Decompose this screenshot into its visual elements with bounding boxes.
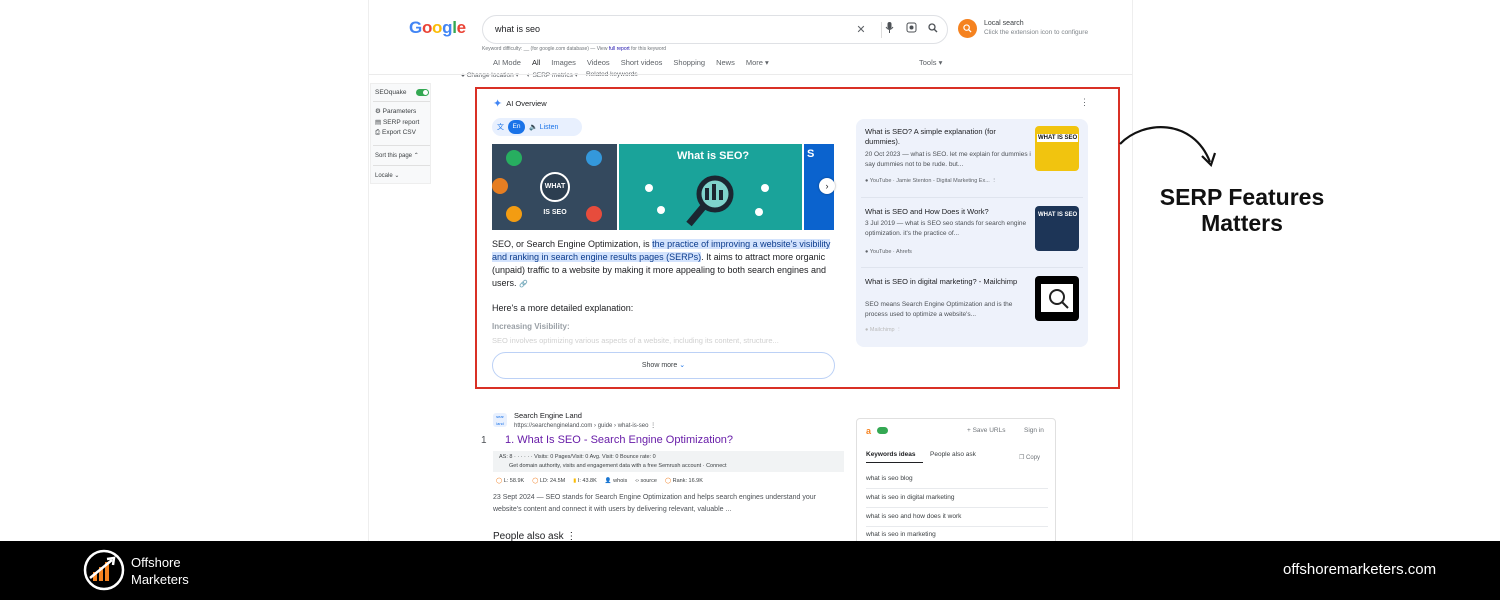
chevron-down-icon: ⌄ bbox=[679, 362, 686, 369]
keywords-panel: a + Save URLs Sign in Keywords ideas Peo… bbox=[856, 418, 1056, 541]
local-search-hint: Click the extension icon to configure bbox=[984, 29, 1089, 36]
divider bbox=[369, 74, 1132, 75]
ai-sources-panel: What is SEO? A simple explanation (for d… bbox=[856, 119, 1088, 347]
tab-news[interactable]: News bbox=[716, 58, 735, 67]
site-favicon[interactable]: sear land bbox=[493, 413, 507, 427]
search-box[interactable]: what is seo ✕ bbox=[482, 15, 948, 44]
tab-all[interactable]: All bbox=[532, 58, 540, 67]
seo-hub-label: WHAT IS SEO bbox=[540, 172, 570, 216]
save-urls-button[interactable]: + Save URLs bbox=[967, 427, 1005, 434]
ai-overview-text: SEO, or Search Engine Optimization, is t… bbox=[492, 239, 831, 288]
locale-toggle[interactable]: Locale ⌄ bbox=[375, 172, 399, 179]
seoquake-subnav: ● Change location ▾ ◐ SERP metrics ▾ Rel… bbox=[461, 71, 638, 79]
seoquake-title: SEOquake bbox=[375, 89, 407, 96]
tab-ai-mode[interactable]: AI Mode bbox=[493, 58, 521, 67]
brand-name: Offshore Marketers bbox=[131, 555, 189, 587]
keyword-item[interactable]: what is seo and how does it work bbox=[866, 513, 961, 520]
seo-diagram-image[interactable]: WHAT IS SEO bbox=[492, 144, 617, 230]
keyword-item[interactable]: what is seo in marketing bbox=[866, 531, 936, 538]
what-is-seo-image[interactable]: What is SEO? bbox=[619, 144, 802, 230]
source-thumbnail[interactable]: WHAT IS SEO bbox=[1035, 126, 1079, 171]
increasing-visibility-heading: Increasing Visibility: bbox=[492, 322, 570, 331]
mic-icon[interactable] bbox=[881, 22, 897, 38]
sort-page-toggle[interactable]: Sort this page ⌃ bbox=[375, 152, 419, 159]
related-keywords-link[interactable]: Related keywords bbox=[586, 71, 638, 79]
tools-button[interactable]: Tools ▾ bbox=[919, 58, 942, 67]
network-icon bbox=[645, 184, 769, 216]
footer-url[interactable]: offshoremarketers.com bbox=[1283, 561, 1436, 578]
serp-screenshot: Google what is seo ✕ Local search Click … bbox=[368, 0, 1133, 541]
serp-metrics-link[interactable]: ◐ SERP metrics ▾ bbox=[527, 71, 578, 79]
result-site-name[interactable]: Search Engine Land bbox=[514, 411, 582, 420]
link-icon[interactable]: 🔗 bbox=[519, 281, 528, 288]
tab-images[interactable]: Images bbox=[551, 58, 576, 67]
sparkle-icon: ✦ bbox=[493, 98, 503, 110]
ai-overview-header: ✦ AI Overview bbox=[493, 97, 547, 110]
copy-button[interactable]: ❐ Copy bbox=[1019, 454, 1040, 461]
language-listen-bar: 文 En 🔈 Listen bbox=[492, 118, 582, 136]
search-icon[interactable] bbox=[925, 22, 941, 38]
translate-icon[interactable]: 文 bbox=[497, 122, 504, 132]
local-search-title: Local search bbox=[984, 20, 1024, 27]
source-thumbnail[interactable] bbox=[1035, 276, 1079, 321]
tab-short-videos[interactable]: Short videos bbox=[621, 58, 663, 67]
result-title-link[interactable]: 1. What Is SEO - Search Engine Optimizat… bbox=[505, 434, 733, 446]
full-report-link[interactable]: full report bbox=[609, 46, 630, 52]
search-tabs: AI Mode All Images Videos Short videos S… bbox=[493, 58, 769, 67]
clear-icon[interactable]: ✕ bbox=[853, 22, 869, 38]
serp-report-link[interactable]: ▤ SERP report bbox=[375, 118, 419, 126]
faded-text: SEO involves optimizing various aspects … bbox=[492, 336, 779, 345]
source-card[interactable]: What is SEO in digital marketing? - Mail… bbox=[856, 269, 1088, 339]
show-more-button[interactable]: Show more ⌄ bbox=[492, 352, 835, 379]
image-title: What is SEO? bbox=[677, 150, 750, 162]
language-en-button[interactable]: En bbox=[508, 120, 525, 134]
tab-videos[interactable]: Videos bbox=[587, 58, 610, 67]
listen-button[interactable]: 🔈 Listen bbox=[529, 123, 558, 131]
seoquake-panel: SEOquake ⚙ Parameters ▤ SERP report ⎙ Ex… bbox=[370, 83, 431, 184]
panel-toggle[interactable] bbox=[877, 427, 888, 434]
source-card[interactable]: What is SEO and How Does it Work? 3 Jul … bbox=[856, 199, 1088, 269]
keyword-item[interactable]: what is seo in digital marketing bbox=[866, 494, 955, 501]
tab-people-also-ask[interactable]: People also ask bbox=[930, 451, 976, 458]
change-location-link[interactable]: ● Change location ▾ bbox=[461, 71, 519, 79]
ai-overview-title: AI Overview bbox=[506, 99, 547, 108]
carousel-next-icon[interactable]: › bbox=[819, 178, 835, 194]
annotation-label: SERP Features Matters bbox=[1159, 184, 1325, 236]
parameters-link[interactable]: ⚙ Parameters bbox=[375, 107, 416, 115]
google-logo[interactable]: Google bbox=[409, 18, 466, 38]
page: Google what is seo ✕ Local search Click … bbox=[0, 0, 1500, 600]
keyword-item[interactable]: what is seo blog bbox=[866, 475, 913, 482]
semrush-bar: AS: 8 · · · · · · Visits: 0 Pages/Visit:… bbox=[493, 451, 844, 472]
curved-arrow-icon bbox=[1119, 126, 1217, 168]
seoquake-metrics: ◯ L: 58.9K ◯ LD: 24.5M ▮ I: 43.8K 👤 whoi… bbox=[496, 478, 703, 484]
seoquake-toggle[interactable] bbox=[416, 89, 429, 96]
local-search-button[interactable] bbox=[958, 19, 977, 38]
people-also-ask-heading: People also ask ⋮ bbox=[493, 531, 577, 541]
tab-shopping[interactable]: Shopping bbox=[673, 58, 705, 67]
source-meta: ● YouTube · Ahrefs bbox=[865, 249, 912, 255]
camera-lens-icon[interactable] bbox=[903, 22, 919, 38]
sign-in-link[interactable]: Sign in bbox=[1024, 427, 1044, 434]
result-url[interactable]: https://searchengineland.com › guide › w… bbox=[514, 422, 656, 429]
source-thumbnail[interactable]: WHAT IS SEO bbox=[1035, 206, 1079, 251]
footer-bar bbox=[0, 541, 1500, 600]
keyword-difficulty: Keyword difficulty: __ (for google.com d… bbox=[482, 46, 667, 52]
semrush-connect[interactable]: Get domain authority, visits and engagem… bbox=[509, 463, 727, 469]
result-snippet: 23 Sept 2024 — SEO stands for Search Eng… bbox=[493, 494, 816, 513]
export-csv-link[interactable]: ⎙ Export CSV bbox=[375, 129, 416, 137]
semrush-logo-icon: a bbox=[866, 426, 872, 436]
search-input[interactable]: what is seo bbox=[495, 24, 540, 34]
tab-more[interactable]: More ▾ bbox=[746, 58, 769, 67]
more-options-icon[interactable]: ⋮ bbox=[1080, 97, 1089, 108]
source-meta: ● Mailchimp ⋮ bbox=[865, 327, 902, 333]
tab-keywords-ideas[interactable]: Keywords ideas bbox=[866, 451, 916, 458]
source-meta: ● YouTube · Jamie Stenton - Digital Mark… bbox=[865, 178, 997, 184]
source-card[interactable]: What is SEO? A simple explanation (for d… bbox=[856, 119, 1088, 189]
detail-subheading: Here's a more detailed explanation: bbox=[492, 303, 634, 313]
result-number: 1 bbox=[481, 435, 487, 446]
offshore-marketers-logo-icon bbox=[83, 549, 125, 591]
